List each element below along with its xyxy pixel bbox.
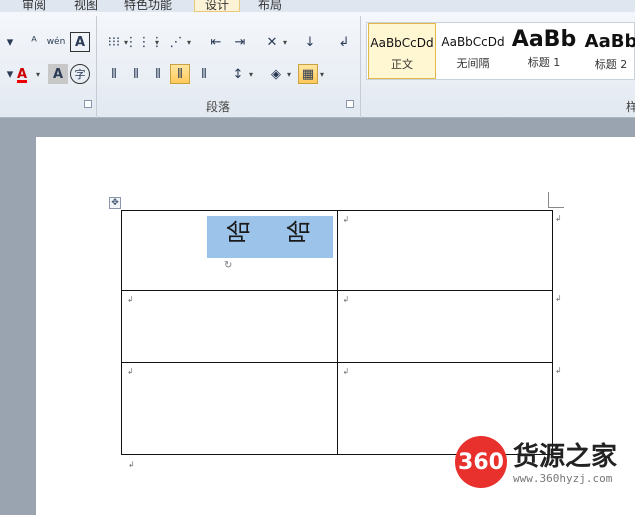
style-label: 标题 1: [527, 56, 561, 69]
style-heading-1[interactable]: AaBb 标题 1: [511, 23, 577, 79]
align-right-icon[interactable]: ⦀: [148, 64, 168, 84]
borders-caret[interactable]: ▾: [320, 70, 324, 79]
tab-special[interactable]: 特色功能: [124, 0, 172, 12]
multilevel-caret[interactable]: ▾: [187, 38, 191, 47]
tab-review[interactable]: 审阅: [22, 0, 46, 12]
tab-design[interactable]: 设计: [194, 0, 241, 12]
table-cell[interactable]: ↲: [336, 290, 553, 363]
styles-group-label: 样: [626, 100, 635, 114]
paragraph-mark-icon: ↲: [128, 460, 135, 469]
font-size-caret[interactable]: ▾: [0, 32, 20, 52]
increase-indent-icon[interactable]: ⇥: [230, 32, 250, 52]
multilevel-list-icon[interactable]: ⋰: [166, 32, 186, 52]
margin-mark: [548, 207, 564, 208]
font-color-caret[interactable]: ▾: [36, 70, 40, 79]
char-border-button[interactable]: A: [70, 32, 90, 52]
line-spacing-icon[interactable]: ↕: [228, 64, 248, 84]
table-cell[interactable]: ↲: [336, 210, 553, 291]
margin-mark: [548, 192, 549, 208]
chinese-layout-icon[interactable]: ✕: [262, 32, 282, 52]
style-label: 无间隔: [456, 57, 490, 70]
justify-icon[interactable]: ⦀: [170, 64, 190, 84]
selected-text[interactable]: 哈 哈: [207, 216, 333, 258]
paragraph-group-label: 段落: [206, 100, 231, 114]
shading-icon[interactable]: ◈: [266, 64, 286, 84]
paragraph-mark-icon: ↲: [127, 367, 134, 376]
table-cell[interactable]: ↲: [121, 362, 338, 455]
selected-char: 哈: [286, 220, 310, 248]
clear-format-icon[interactable]: ᴬ: [24, 32, 44, 52]
bullets-icon[interactable]: ⁝⁝⁝: [104, 32, 124, 52]
style-sample: AaBb: [511, 27, 577, 52]
borders-icon[interactable]: ▦: [298, 64, 318, 84]
style-heading-2[interactable]: AaBb 标题 2: [581, 23, 635, 79]
shading-caret[interactable]: ▾: [287, 70, 291, 79]
ribbon: ▾ ᴬ wén A ▾ A ▾ A 字 ⁝⁝⁝ ▾ ⋮⋮⋮ ▾ ⋰ ▾ ⇤ ⇥ …: [0, 12, 635, 118]
group-separator: [96, 16, 97, 118]
rotate-handle-icon[interactable]: ↻: [224, 260, 232, 271]
watermark: 360 货源之家 www.360hyzj.com: [451, 430, 635, 492]
watermark-badge: 360: [455, 436, 507, 488]
paragraph-mark-icon: ↲: [342, 215, 350, 224]
paragraph-mark-icon: ↲: [342, 367, 350, 376]
align-left-icon[interactable]: ⦀: [104, 64, 124, 84]
table-move-handle-icon[interactable]: ✥: [109, 197, 121, 209]
group-separator: [360, 16, 361, 118]
phonetic-guide-button[interactable]: wén: [46, 32, 66, 52]
style-no-spacing[interactable]: AaBbCcDd 无间隔: [439, 23, 507, 79]
table-cell[interactable]: ↲: [121, 290, 338, 363]
style-sample: AaBb: [584, 31, 635, 52]
ribbon-tabs: 审阅 视图 特色功能 设计 布局: [0, 0, 635, 12]
selected-char: 哈: [226, 220, 250, 248]
table-row: ↲: [121, 210, 553, 291]
decrease-indent-icon[interactable]: ⇤: [206, 32, 226, 52]
enclose-char-button[interactable]: 字: [70, 64, 90, 84]
document-table[interactable]: ↲ ↲ ↲ ↲ ↲: [121, 210, 553, 455]
style-normal[interactable]: AaBbCcDd 正文: [368, 23, 436, 79]
styles-gallery: AaBbCcDd 正文 AaBbCcDd 无间隔 AaBb 标题 1 AaBb …: [366, 22, 635, 80]
char-shading-button[interactable]: A: [48, 64, 68, 84]
row-end-mark-icon: ↲: [555, 294, 562, 303]
table-row: ↲ ↲: [121, 290, 553, 363]
numbering-caret[interactable]: ▾: [155, 38, 159, 47]
distributed-icon[interactable]: ⦀: [194, 64, 214, 84]
align-center-icon[interactable]: ⦀: [126, 64, 146, 84]
style-sample: AaBbCcDd: [370, 36, 434, 50]
style-label: 正文: [391, 58, 413, 71]
tab-view[interactable]: 视图: [74, 0, 98, 12]
paragraph-mark-icon: ↲: [342, 295, 350, 304]
font-dialog-launcher[interactable]: [84, 100, 92, 108]
row-end-mark-icon: ↲: [555, 366, 562, 375]
font-color-button[interactable]: A: [12, 64, 32, 84]
paragraph-dialog-launcher[interactable]: [346, 100, 354, 108]
paragraph-mark-icon: ↲: [127, 295, 134, 304]
chinese-layout-caret[interactable]: ▾: [283, 38, 287, 47]
show-marks-icon[interactable]: ↲: [334, 32, 354, 52]
watermark-title: 货源之家: [513, 442, 618, 472]
line-spacing-caret[interactable]: ▾: [249, 70, 253, 79]
sort-icon[interactable]: ↓: [300, 32, 320, 52]
numbering-icon[interactable]: ⋮⋮⋮: [125, 32, 164, 52]
watermark-url: www.360hyzj.com: [513, 472, 613, 485]
row-end-mark-icon: ↲: [555, 214, 562, 223]
tab-layout[interactable]: 布局: [258, 0, 282, 12]
style-sample: AaBbCcDd: [441, 35, 505, 49]
style-label: 标题 2: [594, 58, 628, 71]
